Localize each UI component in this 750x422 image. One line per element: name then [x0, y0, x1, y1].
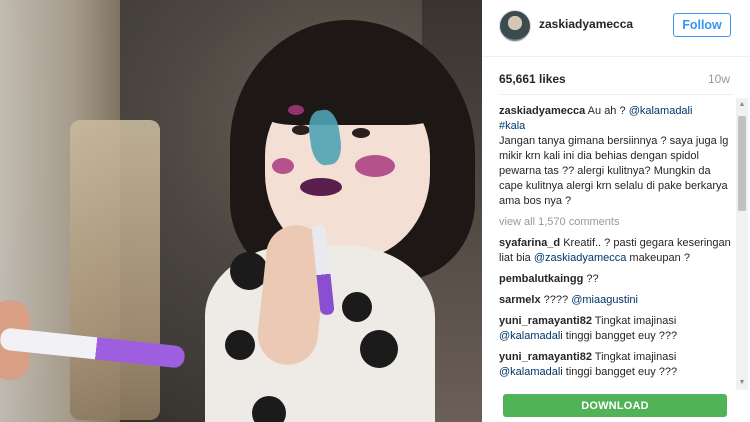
comment-user[interactable]: sarmelx — [499, 294, 541, 306]
caption: zaskiadyamecca Au ah ? @kalamadali #kala… — [499, 104, 731, 209]
caption-user[interactable]: zaskiadyamecca — [499, 105, 585, 117]
comment-text: Tingkat imajinasi — [591, 315, 677, 327]
comment-user[interactable]: yuni_ramayanti82 — [499, 351, 592, 363]
scroll-down-icon[interactable]: ▼ — [738, 378, 746, 388]
caption-emoji: ? — [619, 105, 626, 117]
post-side-panel: zaskiadyamecca Follow 65,661 likes 10w z… — [482, 0, 750, 422]
comment-text: ?? — [583, 273, 599, 285]
child-bangs — [255, 30, 445, 125]
comments-list: zaskiadyamecca Au ah ? @kalamadali #kala… — [499, 98, 731, 390]
child-eye-right — [352, 128, 370, 138]
comment-mention[interactable]: @miaagustini — [571, 294, 638, 306]
comment-mention[interactable]: @kalamadali — [499, 366, 563, 378]
comment-text: Tingkat imajinasi — [591, 351, 677, 363]
caption-mention[interactable]: @kalamadali — [629, 105, 693, 117]
dress-dot — [360, 330, 398, 368]
comment-text-after: tinggi bangget euy ??? — [562, 366, 678, 378]
purple-face-paint — [355, 155, 395, 177]
download-button[interactable]: DOWNLOAD — [503, 394, 727, 417]
comments-scrollbar[interactable]: ▲ ▼ — [736, 98, 748, 390]
view-all-comments-link[interactable]: view all 1,570 comments — [499, 215, 731, 230]
comment-item: pembalutkaingg ?? — [499, 272, 731, 287]
comment-user[interactable]: pembalutkaingg — [499, 273, 583, 285]
comment-item: yuni_ramayanti82 Tingkat imajinasi @kala… — [499, 314, 731, 344]
dress-dot — [252, 396, 286, 422]
dress-dot — [342, 292, 372, 322]
scroll-thumb[interactable] — [738, 116, 746, 211]
post-photo — [0, 0, 482, 422]
painted-lips — [300, 178, 342, 196]
post-age[interactable]: 10w — [708, 72, 730, 86]
dress-dot — [225, 330, 255, 360]
comment-text: ???? — [540, 294, 572, 306]
purple-face-paint — [288, 105, 304, 115]
child-eye-left — [292, 125, 310, 135]
comment-user[interactable]: yuni_ramayanti82 — [499, 315, 592, 327]
comment-mention[interactable]: @zaskiadyamecca — [534, 252, 626, 264]
comment-text-after: makeupan ? — [626, 252, 690, 264]
background-stand — [70, 120, 160, 420]
caption-text: Au ah — [585, 105, 620, 117]
caption-body: Jangan tanya gimana bersiinnya ? saya ju… — [499, 135, 729, 207]
username-link[interactable]: zaskiadyamecca — [539, 17, 633, 31]
follow-button[interactable]: Follow — [673, 13, 731, 37]
likes-count[interactable]: 65,661 likes — [499, 72, 566, 86]
comment-text-after: tinggi bangget euy ??? — [562, 330, 678, 342]
caption-hashtag[interactable]: #kala — [499, 120, 525, 132]
scroll-up-icon[interactable]: ▲ — [738, 100, 746, 110]
comment-mention[interactable]: @kalamadali — [499, 330, 563, 342]
comment-item: yuni_ramayanti82 Tingkat imajinasi @kala… — [499, 350, 731, 380]
purple-face-paint — [272, 158, 294, 174]
divider — [499, 94, 734, 95]
avatar[interactable] — [499, 10, 531, 42]
post-header: zaskiadyamecca Follow — [482, 0, 750, 57]
comment-user[interactable]: syafarina_d — [499, 237, 560, 249]
comment-item: syafarina_d Kreatif.. ? pasti gegara kes… — [499, 236, 731, 266]
comment-item: sarmelx ???? @miaagustini — [499, 293, 731, 308]
